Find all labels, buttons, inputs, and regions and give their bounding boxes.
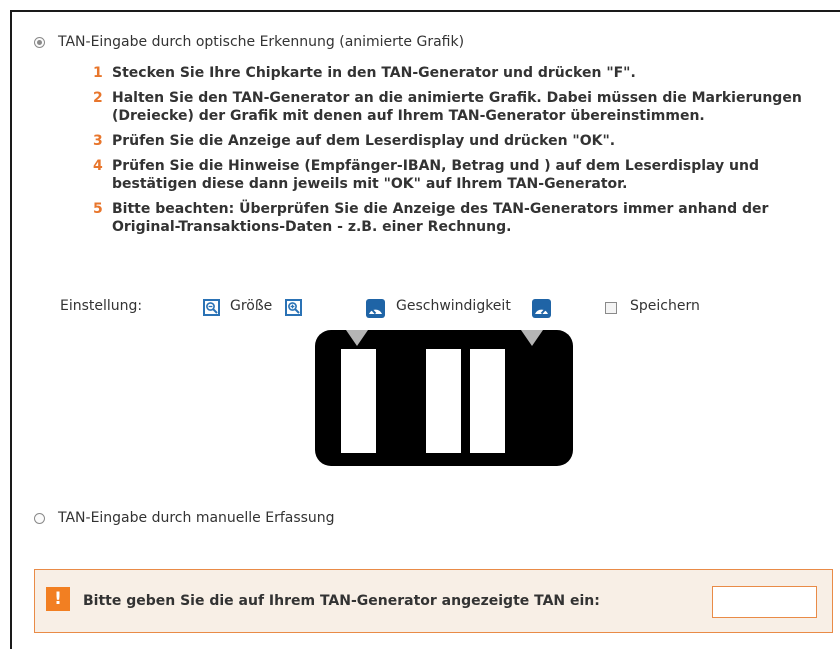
step-number: 2 (93, 90, 103, 106)
step-3: 3 Prüfen Sie die Anzeige auf dem Leserdi… (93, 132, 823, 150)
option-optical-row[interactable]: TAN-Eingabe durch optische Erkennung (an… (34, 34, 464, 50)
option-manual-radio[interactable] (34, 512, 45, 524)
step-4: 4 Prüfen Sie die Hinweise (Empfänger-IBA… (93, 157, 823, 193)
step-number: 4 (93, 158, 103, 174)
zoom-in-icon[interactable] (285, 299, 302, 316)
option-optical-label: TAN-Eingabe durch optische Erkennung (an… (58, 34, 465, 50)
flicker-bar (426, 349, 461, 453)
step-text: Prüfen Sie die Hinweise (Empfänger-IBAN,… (112, 158, 760, 192)
save-checkbox[interactable] (605, 302, 617, 314)
tan-prompt-label: Bitte geben Sie die auf Ihrem TAN-Genera… (83, 593, 600, 609)
warning-icon: ! (46, 587, 70, 611)
option-optical-radio[interactable] (34, 36, 45, 48)
step-5: 5 Bitte beachten: Überprüfen Sie die Anz… (93, 200, 823, 236)
speed-label: Geschwindigkeit (396, 298, 511, 314)
right-marker-triangle (521, 330, 543, 346)
flicker-bar (341, 349, 376, 453)
step-text: Prüfen Sie die Anzeige auf dem Leserdisp… (112, 133, 616, 149)
step-text: Stecken Sie Ihre Chipkarte in den TAN-Ge… (112, 65, 636, 81)
settings-label: Einstellung: (60, 298, 143, 314)
step-2: 2 Halten Sie den TAN-Generator an die an… (93, 89, 823, 125)
speed-down-icon[interactable] (366, 299, 385, 318)
flicker-bar (470, 349, 505, 453)
tan-prompt-box: ! Bitte geben Sie die auf Ihrem TAN-Gene… (34, 569, 833, 633)
save-label: Speichern (630, 298, 700, 314)
size-label: Größe (230, 298, 273, 314)
step-text: Halten Sie den TAN-Generator an die anim… (112, 90, 802, 124)
step-number: 5 (93, 201, 103, 217)
tan-input[interactable] (712, 586, 817, 618)
step-number: 3 (93, 133, 103, 149)
left-marker-triangle (346, 330, 368, 346)
settings-row: Einstellung: Größe Geschwindigkeit Speic… (60, 298, 760, 322)
speed-up-icon[interactable] (532, 299, 551, 318)
step-text: Bitte beachten: Überprüfen Sie die Anzei… (112, 201, 769, 235)
option-manual-label: TAN-Eingabe durch manuelle Erfassung (58, 510, 335, 526)
zoom-out-icon[interactable] (203, 299, 220, 316)
option-manual-row[interactable]: TAN-Eingabe durch manuelle Erfassung (34, 510, 335, 526)
step-1: 1 Stecken Sie Ihre Chipkarte in den TAN-… (93, 64, 823, 82)
instruction-steps: 1 Stecken Sie Ihre Chipkarte in den TAN-… (93, 64, 823, 243)
flicker-graphic (315, 330, 573, 466)
step-number: 1 (93, 65, 103, 81)
